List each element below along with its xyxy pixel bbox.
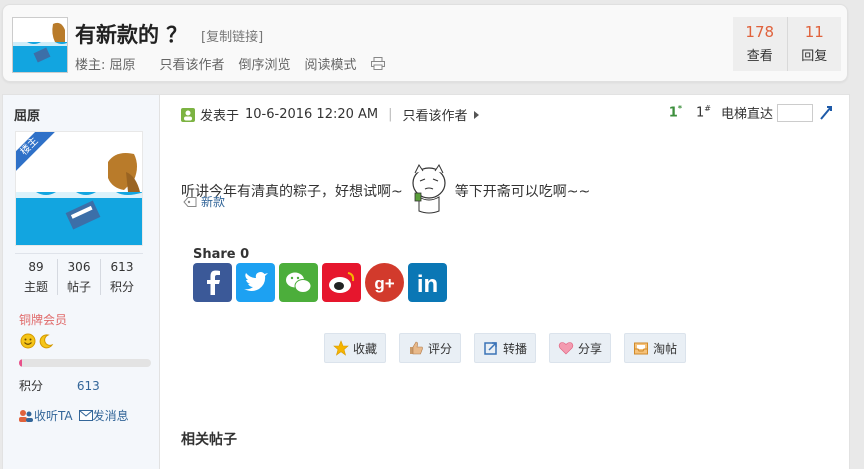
print-icon[interactable] [370,57,385,70]
share-title: Share 0 [193,247,250,262]
online-status-icon [181,107,195,122]
views-stat: 178 查看 [733,17,787,71]
follow-label: 收听TA [34,409,73,423]
author-name[interactable]: 屈原 [14,105,40,124]
tag-label: 新款 [201,195,226,209]
replies-count: 11 [804,23,824,41]
medal-row [20,333,54,349]
follow-button[interactable]: 收听TA [18,407,73,424]
topics-stat[interactable]: 89 主题 [15,259,57,295]
tag-icon [183,196,197,207]
avatar-image-icon [13,18,67,72]
svg-text:in: in [417,271,438,298]
post-tag[interactable]: 新款 [183,193,225,210]
author-actions: 收听TA 发消息 [18,407,135,424]
svg-text:g+: g+ [374,274,394,293]
rank-progress-bar [19,359,151,367]
replies-stat: 11 回复 [786,17,842,71]
rank-progress-fill [19,359,22,367]
post-message: 听讲今年有清真的粽子，好想试啊~ 等下开斋可以吃啊~~ [181,163,590,219]
repost-icon [483,340,499,356]
share-button[interactable]: 分享 [549,333,612,363]
users-icon [19,409,33,422]
thread-stats: 178 查看 11 回复 [733,17,841,71]
share-buttons: g+ in [193,263,447,302]
only-author-link[interactable]: 只看该作者 [160,54,225,73]
moon-medal-icon [39,334,54,349]
points-label: 积分 [109,280,134,294]
post-meta: 发表于 10-6-2016 12:20 AM | 只看该作者 [181,105,479,124]
views-label: 查看 [746,49,773,64]
first-floor-link[interactable]: 1* [669,104,682,120]
post-actions: 收藏 评分 转播 分享 淘帖 [324,333,687,363]
facebook-icon[interactable] [193,263,232,302]
emoticon-icon [409,163,449,219]
only-author-link[interactable]: 只看该作者 [403,105,468,124]
score-row: 积分 613 [19,377,100,394]
thread-header: 有新款的 ？ [复制链接] 楼主: 屈原 只看该作者 倒序浏览 阅读模式 178… [2,4,848,82]
post-body: 发表于 10-6-2016 12:20 AM | 只看该作者 1* 1# 电梯直… [161,95,851,469]
points-stat[interactable]: 613 积分 [100,259,143,295]
topics-count: 89 [28,260,44,274]
collect-button[interactable]: 淘帖 [624,333,687,363]
author-stats: 89 主题 306 帖子 613 积分 [15,259,143,295]
repost-label: 转播 [503,341,528,356]
author-avatar[interactable]: 楼主 [15,131,143,246]
score-label: 积分 [19,379,44,393]
linkedin-icon[interactable]: in [408,263,447,302]
envelope-icon [78,410,93,421]
replies-label: 回复 [801,49,828,64]
go-floor-icon[interactable] [819,105,833,121]
smiley-medal-icon [20,333,36,349]
elevator-label: 电梯直达 [720,107,773,122]
posted-time: 10-6-2016 12:20 AM [245,107,379,122]
post-card: 屈原 楼主 89 主题 306 帖子 613 积分 铜牌会员 积分 613 收听… [2,94,850,469]
score-value: 613 [76,379,100,393]
message-text-2: 等下开斋可以吃啊~~ [454,184,591,200]
author-sidebar: 屈原 楼主 89 主题 306 帖子 613 积分 铜牌会员 积分 613 收听… [3,95,160,469]
rate-button[interactable]: 评分 [399,333,462,363]
thread-title: 有新款的 ？ [75,23,188,47]
posts-stat[interactable]: 306 帖子 [57,259,100,295]
collect-label: 淘帖 [653,341,678,356]
star-icon [333,340,349,356]
google-plus-icon[interactable]: g+ [365,263,404,302]
related-posts-title: 相关帖子 [181,432,237,448]
heart-icon [558,340,574,356]
divider [15,253,143,254]
reverse-order-link[interactable]: 倒序浏览 [239,54,291,73]
posts-label: 帖子 [66,280,91,294]
copy-link-button[interactable]: [复制链接] [201,26,263,45]
favorite-button[interactable]: 收藏 [324,333,387,363]
rate-label: 评分 [428,341,453,356]
floor-bar: 1* 1# 电梯直达 [669,103,833,122]
posted-prefix: 发表于 [200,109,240,124]
weibo-icon[interactable] [322,263,361,302]
inbox-icon [633,340,649,356]
repost-button[interactable]: 转播 [474,333,537,363]
topics-label: 主题 [23,280,48,294]
thread-avatar[interactable] [12,17,68,73]
member-rank[interactable]: 铜牌会员 [19,311,67,328]
wechat-icon[interactable] [279,263,318,302]
send-message-button[interactable]: 发消息 [78,407,129,424]
twitter-icon[interactable] [236,263,275,302]
send-message-label: 发消息 [92,409,129,423]
share-label: 分享 [578,341,603,356]
arrow-right-icon [473,110,479,119]
views-count: 178 [745,23,775,41]
meta-divider: | [388,107,393,122]
read-mode-link[interactable]: 阅读模式 [305,54,357,73]
favorite-label: 收藏 [353,341,378,356]
thread-author[interactable]: 楼主: 屈原 [75,54,136,73]
floor-jump-input[interactable] [777,103,813,122]
points-count: 613 [110,260,134,274]
thumbs-up-icon [408,340,424,356]
floor-number[interactable]: 1# [696,104,711,120]
posts-count: 306 [67,260,91,274]
